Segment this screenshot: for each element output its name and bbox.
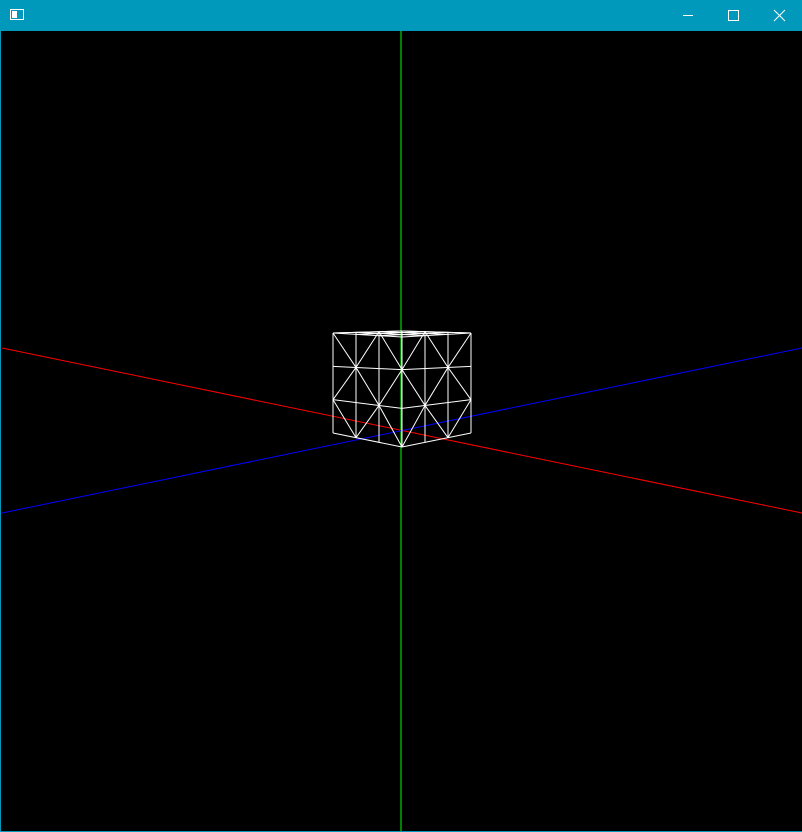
close-icon (773, 9, 786, 22)
cube-left-face-diagonal (332, 367, 357, 400)
cube-left-face-diagonal (355, 331, 380, 368)
cube-right-face-edge (401, 365, 472, 371)
cube-right-face-diagonal (447, 332, 472, 368)
cube-left-face-diagonal (378, 331, 403, 370)
title-bar[interactable] (1, 0, 802, 31)
render-viewport[interactable] (2, 31, 802, 831)
maximize-button[interactable] (711, 0, 757, 31)
cube-left-face-diagonal (332, 399, 357, 438)
cube-right-face-diagonal (424, 331, 449, 368)
cube-left-face-diagonal (332, 332, 357, 368)
cube-right-face-diagonal (424, 367, 449, 406)
cube-right-face-diagonal (401, 369, 426, 406)
cube-left-face-edge (332, 432, 403, 448)
cube-right-face-diagonal (447, 367, 472, 400)
cube-left-face-diagonal (355, 367, 380, 406)
app-window-icon[interactable] (10, 9, 24, 20)
cube-right-face-edge (401, 432, 472, 448)
cube-left-face-edge (332, 365, 403, 371)
cube-right-face-diagonal (401, 331, 426, 370)
app-window (0, 0, 802, 832)
scene-canvas (2, 31, 802, 831)
maximize-icon (728, 10, 739, 21)
minimize-button[interactable] (665, 0, 711, 31)
cube-right-face-edge (401, 399, 472, 409)
cube-left-face-edge (332, 399, 403, 409)
close-button[interactable] (757, 0, 802, 31)
cube-right-face-diagonal (447, 399, 472, 438)
minimize-icon (683, 15, 693, 16)
cube-left-face-diagonal (378, 369, 403, 406)
